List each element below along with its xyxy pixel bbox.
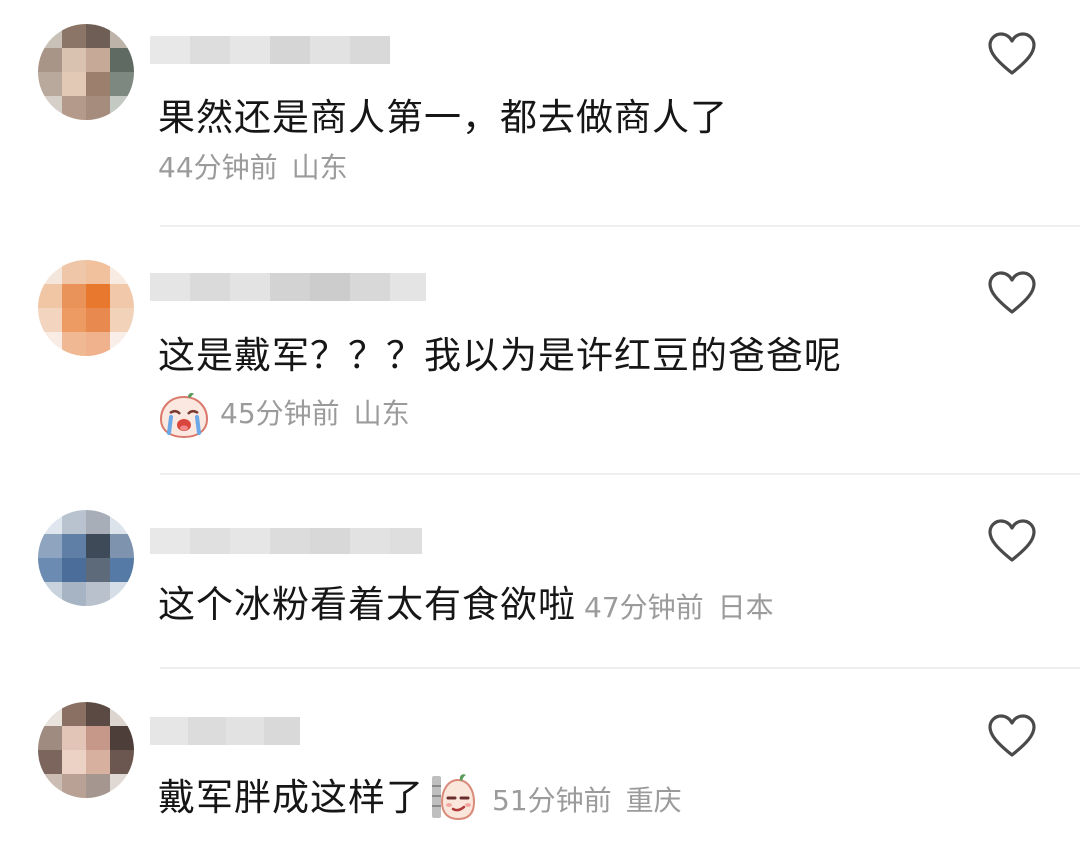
comment-text: 戴军胖成这样了 51分钟前 重庆 [158, 773, 682, 824]
comment-text: 这是戴军？？？我以为是许红豆的爸爸呢 [158, 334, 842, 377]
avatar[interactable] [38, 260, 134, 356]
heart-outline-icon[interactable] [987, 31, 1037, 77]
crying-face-sticker [159, 393, 209, 439]
smirk-face-sticker [432, 773, 476, 820]
comment-meta: 51分钟前 重庆 [492, 784, 682, 817]
comment-time: 45分钟前 [220, 397, 340, 430]
username-blurred[interactable] [150, 267, 430, 307]
comment-body: 戴军胖成这样了 [158, 776, 424, 819]
comment-meta: 44分钟前 山东 [158, 150, 348, 186]
comment-text: 果然还是商人第一，都去做商人了 [158, 96, 728, 139]
comment-location: 山东 [353, 397, 410, 430]
comment-meta: 47分钟前 日本 [584, 591, 774, 624]
avatar[interactable] [38, 510, 134, 606]
comment-meta: 45分钟前 山东 [158, 391, 410, 439]
comment-body: 这个冰粉看着太有食欲啦 [158, 583, 576, 626]
comment-item[interactable]: 这是戴军？？？我以为是许红豆的爸爸呢 45分钟前 山东 [0, 227, 1080, 474]
avatar[interactable] [38, 702, 134, 798]
comment-location: 日本 [717, 591, 774, 624]
heart-outline-icon[interactable] [987, 270, 1037, 316]
comment-text: 这个冰粉看着太有食欲啦 47分钟前 日本 [158, 582, 774, 631]
username-blurred[interactable] [150, 520, 430, 560]
comment-time: 51分钟前 [492, 784, 612, 817]
comment-location: 山东 [291, 151, 348, 184]
comment-item[interactable]: 戴军胖成这样了 51分钟前 重庆 [0, 669, 1080, 847]
username-blurred[interactable] [150, 30, 400, 70]
comment-item[interactable]: 这个冰粉看着太有食欲啦 47分钟前 日本 [0, 475, 1080, 667]
heart-outline-icon[interactable] [987, 713, 1037, 759]
heart-outline-icon[interactable] [987, 518, 1037, 564]
comment-item[interactable]: 果然还是商人第一，都去做商人了 44分钟前 山东 [0, 0, 1080, 226]
avatar[interactable] [38, 24, 134, 120]
comment-time: 44分钟前 [158, 151, 278, 184]
comment-time: 47分钟前 [584, 591, 704, 624]
username-blurred[interactable] [150, 711, 310, 751]
comment-location: 重庆 [625, 784, 682, 817]
